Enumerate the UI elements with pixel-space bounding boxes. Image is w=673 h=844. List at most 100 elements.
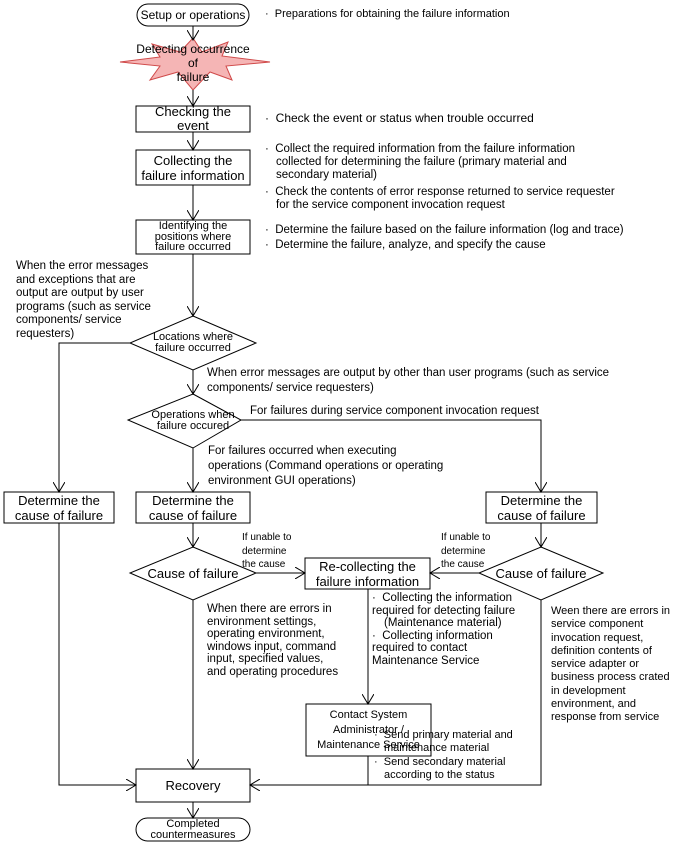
- label-line: For failures during service component in…: [250, 405, 539, 417]
- note-contact-2-line2: according to the status: [384, 768, 495, 781]
- determine-middle-label-line1: Determine the: [152, 492, 234, 508]
- label-line: invocation request,: [551, 631, 644, 644]
- note-identifying: · Determine the failure based on the fai…: [265, 223, 624, 253]
- collecting-label-line1: Collecting the: [153, 152, 233, 168]
- note-checking: · Check the event or status when trouble…: [265, 111, 534, 125]
- label-line: business process crated: [551, 671, 670, 684]
- bullet-icon: ·: [374, 729, 378, 741]
- note-contact-1-line1: Send primary material and: [383, 729, 513, 741]
- determine-left-label-line1: Determine the: [18, 492, 100, 508]
- determine-left-label-line2: cause of failure: [14, 507, 104, 523]
- label-line: the cause: [441, 559, 485, 570]
- edge-label-unable-right: If unable to determine the cause: [441, 531, 490, 572]
- setup-node: Setup or operations: [137, 4, 249, 26]
- cause-middle-label: Cause of failure: [147, 565, 239, 581]
- note-checking-text: Check the event or status when trouble o…: [275, 111, 534, 125]
- setup-label: Setup or operations: [140, 8, 246, 22]
- bullet-icon: ·: [265, 186, 269, 198]
- note-collecting-1-line2: collected for determining the failure (p…: [276, 156, 567, 169]
- note-collecting-2: · Check the contents of error response r…: [265, 186, 615, 212]
- note-contact-2-line1: Send secondary material: [383, 755, 506, 768]
- label-line: environment GUI operations): [208, 475, 356, 487]
- locations-decision-node: Locations where failure occurred: [140, 330, 246, 356]
- note-recollecting-1-line2: required for detecting failure: [372, 604, 516, 617]
- label-line: determine: [242, 545, 287, 557]
- note-recollecting: · Collecting the information required fo…: [372, 592, 515, 667]
- label-line: When there are errors in: [207, 603, 332, 615]
- label-line: components/ service requesters): [207, 382, 374, 394]
- bullet-icon: ·: [265, 143, 269, 155]
- note-setup: · Preparations for obtaining the failure…: [265, 8, 510, 21]
- note-recollecting-2-line3: Maintenance Service: [372, 654, 480, 667]
- label-line: definition contents of: [551, 644, 652, 657]
- note-collecting-2-line1: Check the contents of error response ret…: [275, 186, 615, 198]
- completed-label-line2: countermeasures: [150, 828, 236, 841]
- bullet-icon: ·: [265, 239, 269, 251]
- label-line: operating environment,: [207, 628, 325, 640]
- edge-determine-left-recovery: [58, 523, 136, 785]
- recollecting-label-line1: Re-collecting the: [319, 558, 416, 574]
- label-line: If unable to: [242, 532, 292, 543]
- note-setup-text: Preparations for obtaining the failure i…: [274, 8, 510, 20]
- determine-right-label-line1: Determine the: [500, 492, 583, 508]
- locations-label-line2: failure occurred: [155, 342, 231, 354]
- operations-decision-node: Operations when failure occured: [140, 408, 246, 434]
- label-line: and operating procedures: [207, 665, 339, 678]
- bullet-icon: ·: [372, 629, 376, 642]
- label-line: environment settings,: [207, 615, 317, 628]
- cause-right-label: Cause of failure: [495, 565, 587, 581]
- note-contact-1-line2: maintenance material: [384, 742, 490, 755]
- label-line: response from service: [551, 711, 660, 724]
- bullet-icon: ·: [374, 755, 378, 768]
- contact-label-line1: Contact System: [329, 708, 408, 721]
- label-line: requesters): [16, 327, 75, 340]
- note-collecting-1: · Collect the required information from …: [265, 143, 575, 183]
- cause-middle-node: Cause of failure: [140, 564, 246, 582]
- note-recollecting-1-line3: (Maintenance material): [384, 617, 502, 629]
- label-line: For failures occurred when executing: [208, 445, 397, 457]
- note-recollecting-1-line1: Collecting the information: [382, 592, 512, 604]
- edge-locations-determine-left: [59, 342, 130, 492]
- note-identifying-line2: Determine the failure, analyze, and spec…: [275, 239, 546, 251]
- bullet-icon: ·: [265, 224, 269, 236]
- identifying-node: Identifying the positions where failure …: [136, 220, 250, 254]
- determine-middle-node: Determine the cause of failure: [136, 492, 250, 523]
- label-line: Ween there are errors in: [551, 605, 671, 617]
- edge-label-env-errors: When there are errors in environment set…: [207, 603, 338, 678]
- recovery-node: Recovery: [136, 769, 250, 802]
- detecting-label-line1: Detecting occurrence of: [136, 42, 250, 70]
- collecting-label-line2: failure information: [141, 167, 245, 183]
- determine-middle-label-line2: cause of failure: [148, 507, 238, 523]
- edge-label-invocation-request: For failures during service component in…: [250, 405, 539, 418]
- bullet-icon: ·: [372, 592, 376, 604]
- label-line: operations (Command operations or operat…: [208, 460, 444, 472]
- label-line: and exceptions that are: [16, 273, 136, 286]
- recollecting-node: Re-collecting the failure information: [305, 558, 430, 589]
- edge-label-executing-operations: For failures occurred when executing ope…: [208, 444, 443, 489]
- edge-label-user-programs: When the error messages and exceptions t…: [16, 260, 151, 341]
- recollecting-label-line2: failure information: [315, 573, 420, 589]
- cause-right-node: Cause of failure: [488, 564, 594, 582]
- recovery-label: Recovery: [165, 778, 221, 793]
- determine-left-node: Determine the cause of failure: [4, 492, 114, 523]
- completed-node: Completed countermeasures: [136, 818, 250, 841]
- label-line: When the error messages: [16, 260, 149, 272]
- identifying-label-line3: failure occurred: [155, 241, 231, 254]
- label-line: environment, and: [551, 698, 636, 711]
- detecting-label-line2: failure: [176, 70, 210, 84]
- label-line: When error messages are output by other …: [207, 367, 610, 379]
- label-line: windows input, command: [207, 640, 337, 653]
- completed-label-line1: Completed: [166, 818, 220, 830]
- edge-label-service-errors: Ween there are errors in service compone…: [551, 605, 670, 725]
- label-line: programs (such as service: [16, 300, 151, 313]
- note-contact: · Send primary material and maintenance …: [374, 729, 513, 782]
- note-recollecting-2-line1: Collecting information: [382, 629, 493, 642]
- checking-label-line1: Checking the: [155, 104, 231, 119]
- detecting-node: Detecting occurrence of failure: [130, 42, 256, 84]
- checking-node: Checking the event: [136, 104, 250, 133]
- note-collecting-1-line1: Collect the required information from th…: [275, 143, 576, 155]
- determine-right-node: Determine the cause of failure: [486, 492, 597, 523]
- label-line: in development: [551, 684, 626, 697]
- note-identifying-line1: Determine the failure based on the failu…: [275, 224, 624, 236]
- label-line: input, specified values,: [207, 653, 324, 665]
